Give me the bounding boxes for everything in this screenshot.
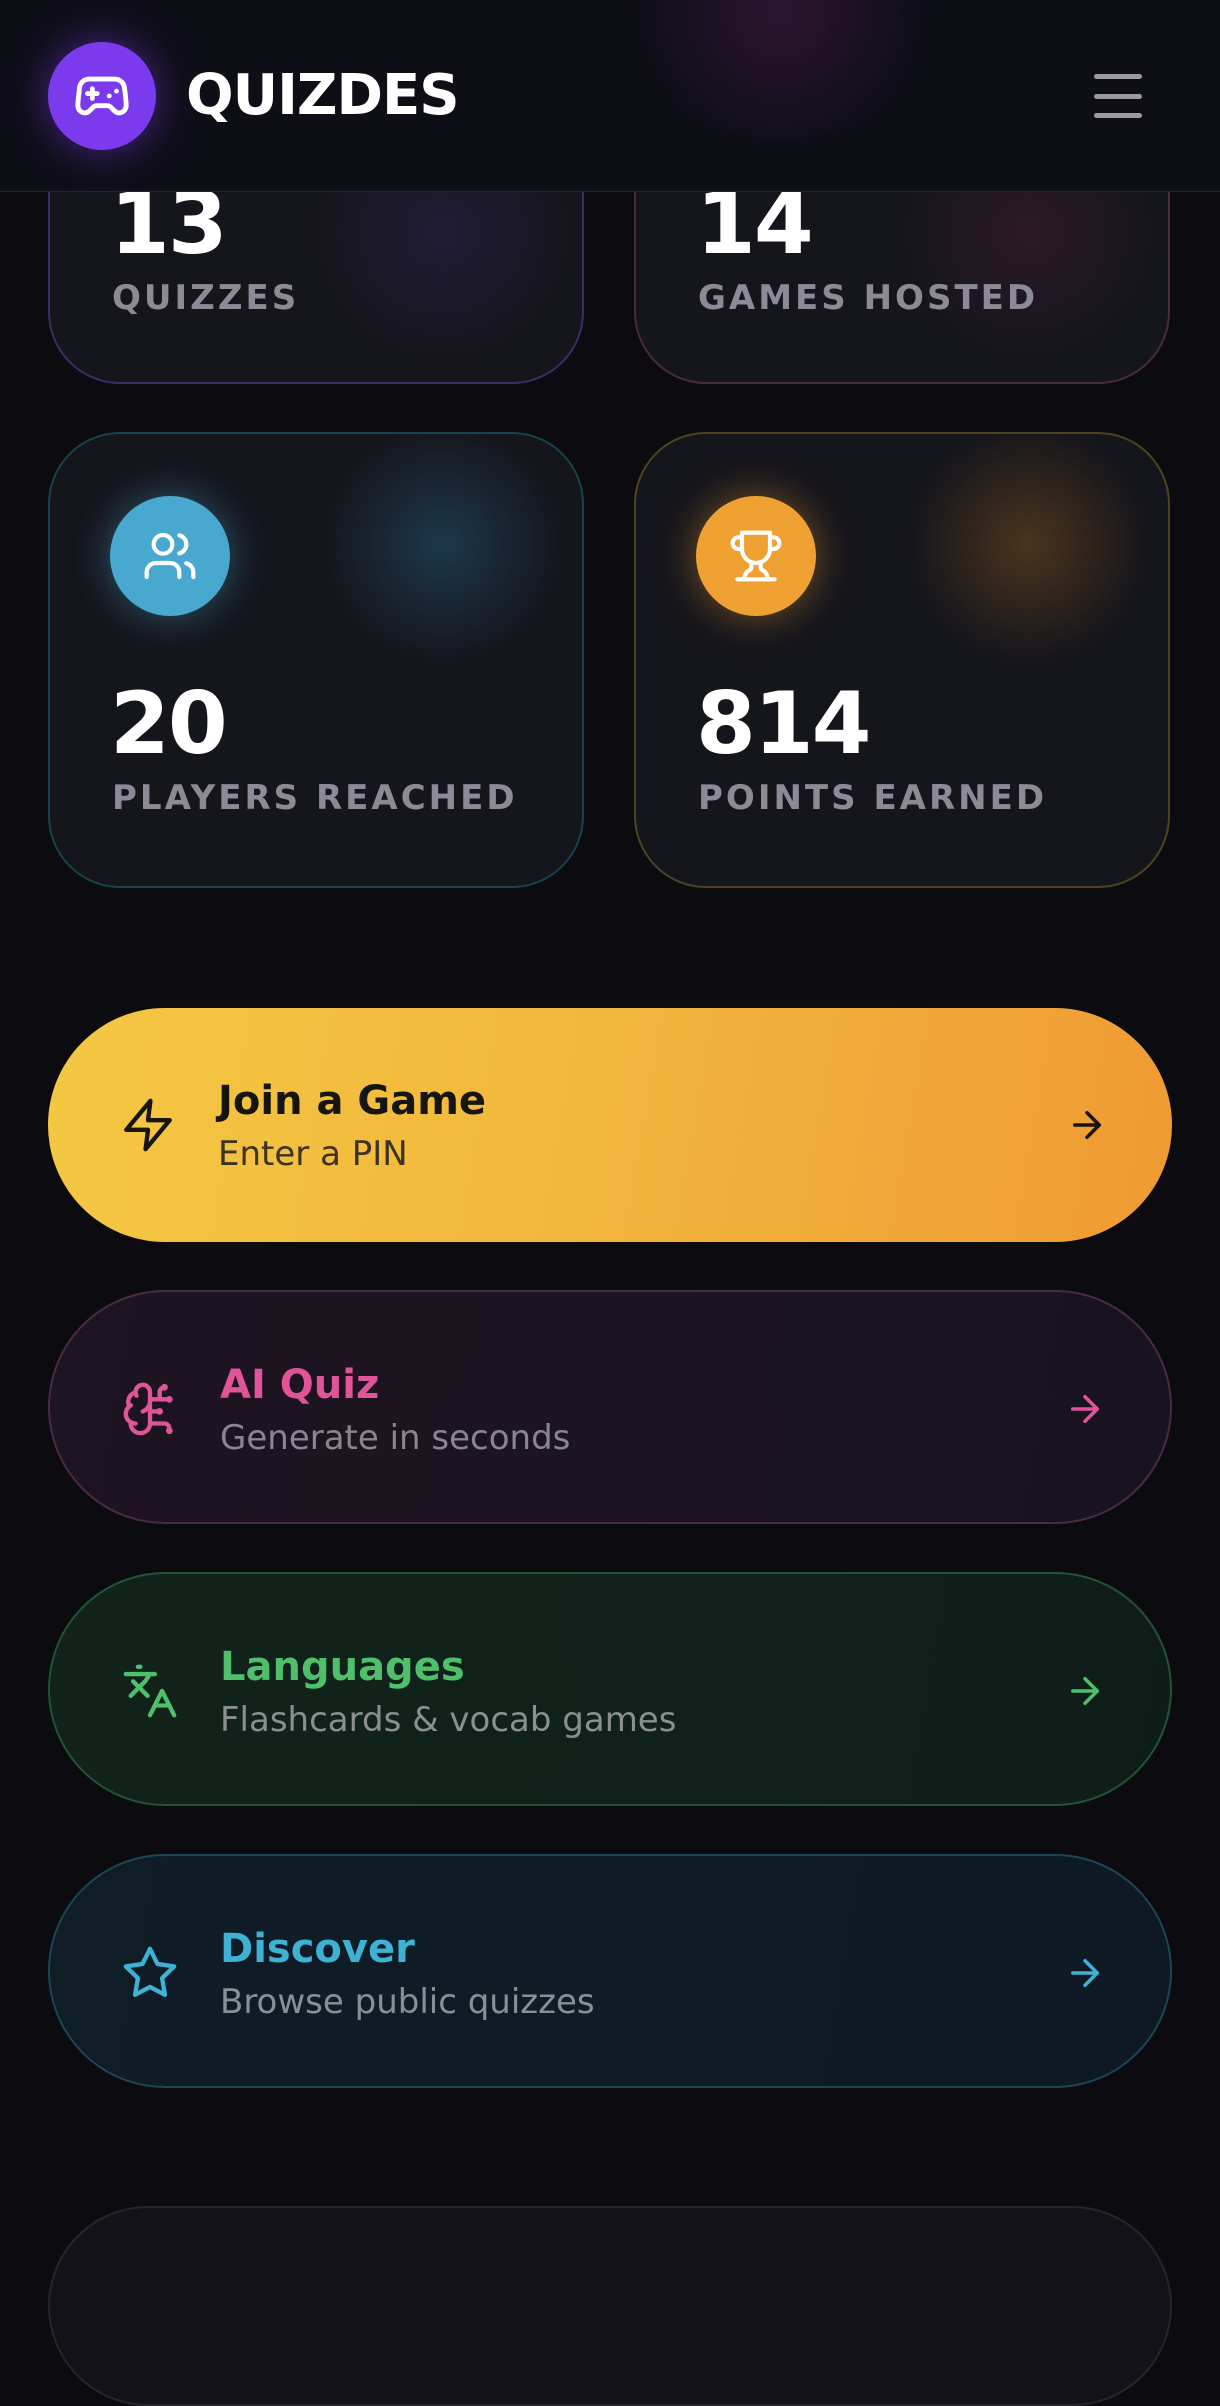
header-glow: [620, 0, 940, 140]
stat-label-points-earned: POINTS EARNED: [698, 778, 1048, 818]
stat-value-points-earned: 814: [696, 674, 872, 774]
trophy-icon: [696, 496, 816, 616]
next-section-card: [48, 2206, 1172, 2406]
ai-quiz-title: AI Quiz: [220, 1362, 380, 1408]
stat-card-players-reached: 20 PLAYERS REACHED: [48, 432, 584, 888]
stat-label-games-hosted: GAMES HOSTED: [698, 278, 1039, 318]
discover-title: Discover: [220, 1926, 415, 1972]
gamepad-icon: [75, 76, 129, 116]
star-icon: [110, 1933, 190, 2013]
hamburger-menu-icon[interactable]: [1094, 72, 1142, 120]
brand-name[interactable]: QUIZDES: [186, 58, 460, 134]
stat-label-players-reached: PLAYERS REACHED: [112, 778, 518, 818]
join-game-subtitle: Enter a PIN: [218, 1134, 408, 1174]
join-game-title: Join a Game: [218, 1078, 487, 1124]
languages-title: Languages: [220, 1644, 465, 1690]
languages-button[interactable]: Languages Flashcards & vocab games: [48, 1572, 1172, 1806]
ai-quiz-subtitle: Generate in seconds: [220, 1418, 571, 1458]
join-game-button[interactable]: Join a Game Enter a PIN: [48, 1008, 1172, 1242]
stat-label-quizzes: QUIZZES: [112, 278, 300, 318]
translate-icon: [110, 1651, 190, 1731]
discover-subtitle: Browse public quizzes: [220, 1982, 595, 2022]
brain-icon: [110, 1369, 190, 1449]
app-header: QUIZDES: [0, 0, 1220, 192]
logo-badge[interactable]: [48, 42, 156, 150]
stat-value-players-reached: 20: [110, 674, 228, 774]
users-icon: [110, 496, 230, 616]
discover-button[interactable]: Discover Browse public quizzes: [48, 1854, 1172, 2088]
arrow-right-icon: [1062, 1100, 1112, 1150]
arrow-right-icon: [1060, 1384, 1110, 1434]
arrow-right-icon: [1060, 1948, 1110, 1998]
lightning-icon: [108, 1085, 188, 1165]
arrow-right-icon: [1060, 1666, 1110, 1716]
stat-card-points-earned: 814 POINTS EARNED: [634, 432, 1170, 888]
languages-subtitle: Flashcards & vocab games: [220, 1700, 677, 1740]
ai-quiz-button[interactable]: AI Quiz Generate in seconds: [48, 1290, 1172, 1524]
